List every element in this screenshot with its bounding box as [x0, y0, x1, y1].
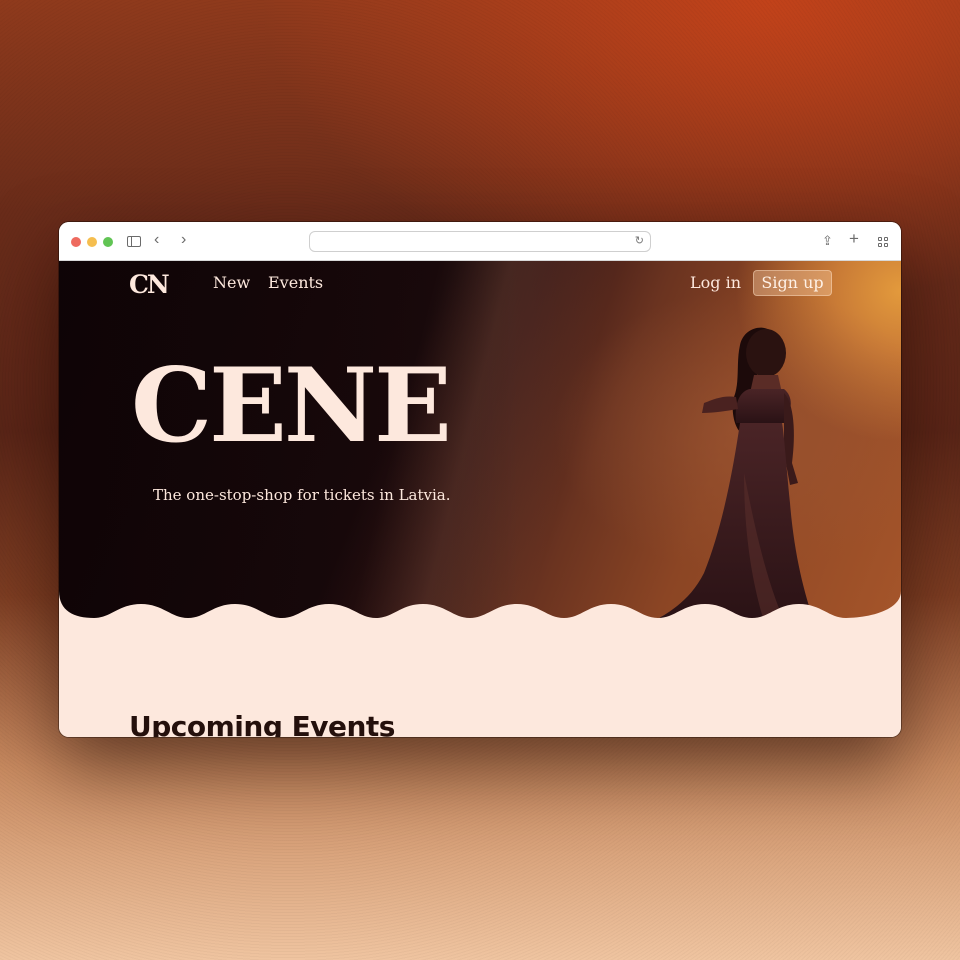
address-bar[interactable]: ↻ — [309, 231, 651, 252]
reload-icon[interactable]: ↻ — [635, 234, 644, 247]
browser-toolbar: ‹ › ↻ ⇪ + — [59, 222, 901, 261]
nav-events-link[interactable]: Events — [268, 273, 323, 293]
web-page: CN New Events Log in Sign up CENE The on… — [59, 261, 901, 737]
maximize-window-button[interactable] — [103, 237, 113, 247]
chevron-left-icon[interactable]: ‹ — [154, 232, 159, 248]
login-link[interactable]: Log in — [690, 273, 741, 293]
sidebar-toggle-icon[interactable] — [127, 236, 141, 247]
plus-icon[interactable]: + — [849, 230, 859, 247]
site-logo[interactable]: CN — [129, 271, 170, 299]
nav-new-link[interactable]: New — [213, 273, 250, 293]
upcoming-events-heading: Upcoming Events — [129, 710, 395, 737]
share-icon[interactable]: ⇪ — [822, 234, 833, 248]
wave-divider — [59, 591, 901, 626]
hero-tagline: The one-stop-shop for tickets in Latvia. — [153, 486, 451, 504]
hero-banner: CN New Events Log in Sign up CENE The on… — [59, 261, 901, 626]
chevron-right-icon[interactable]: › — [181, 232, 186, 248]
close-window-button[interactable] — [71, 237, 81, 247]
tab-grid-icon[interactable] — [878, 237, 888, 247]
hero-title: CENE — [131, 346, 452, 466]
minimize-window-button[interactable] — [87, 237, 97, 247]
browser-window: ‹ › ↻ ⇪ + CN New Events Log in Sign up C… — [59, 222, 901, 737]
performer-silhouette — [654, 327, 814, 621]
signup-button[interactable]: Sign up — [753, 270, 832, 296]
